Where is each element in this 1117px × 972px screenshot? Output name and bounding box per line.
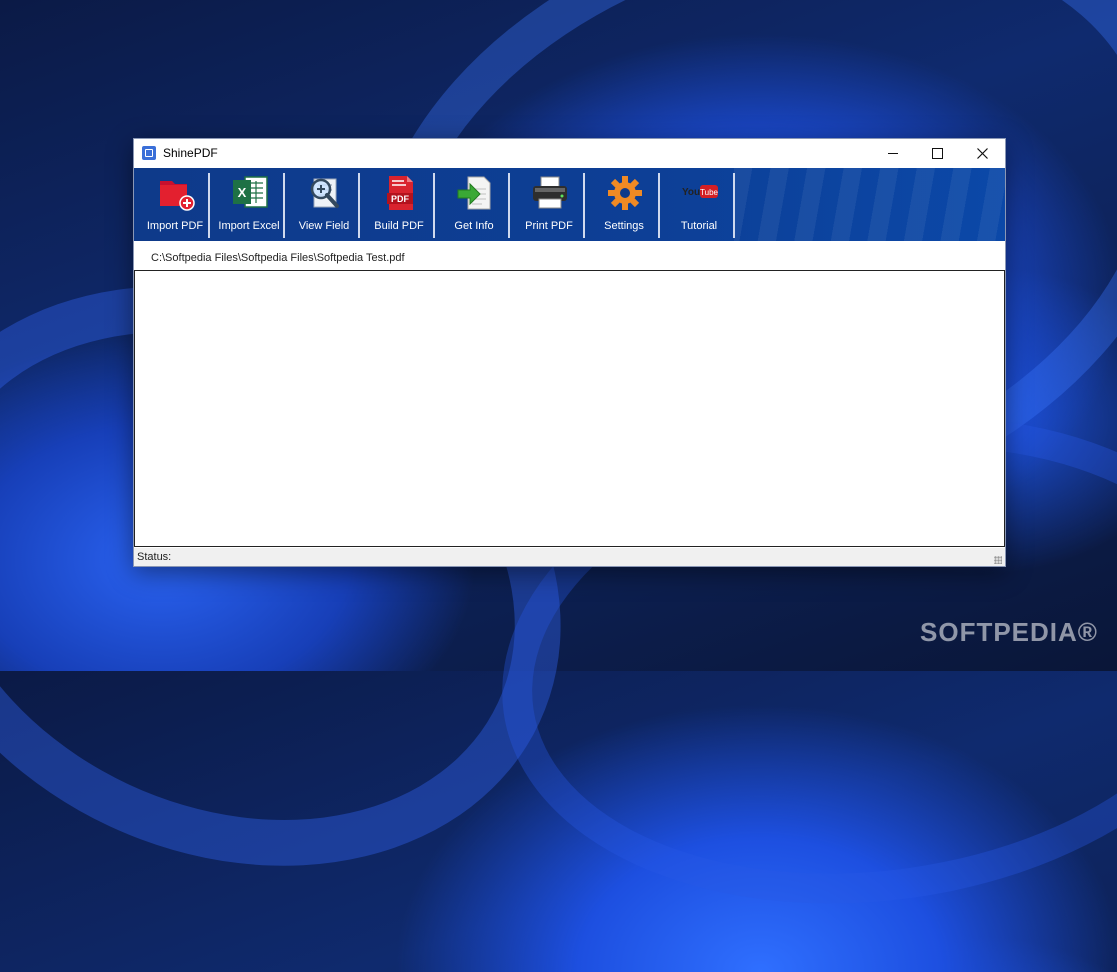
toolbar-separator [358,173,360,238]
settings-label: Settings [604,220,644,232]
title-bar[interactable]: ShinePDF [134,139,1005,168]
pdf-document-icon: PDF [387,176,413,210]
build-pdf-button[interactable]: PDF Build PDF [362,168,436,241]
svg-text:X: X [238,185,247,200]
import-pdf-label: Import PDF [146,220,204,232]
maximize-button[interactable] [915,139,960,168]
get-info-icon [457,176,491,210]
toolbar-separator [658,173,660,238]
window-title: ShinePDF [163,146,218,160]
file-path: C:\Softpedia Files\Softpedia Files\Softp… [151,252,405,264]
close-button[interactable] [960,139,1005,168]
maximize-icon [932,148,943,159]
import-excel-label: Import Excel [218,220,280,232]
toolbar-separator [508,173,510,238]
import-excel-button[interactable]: X Import Excel [212,168,286,241]
settings-button[interactable]: Settings [587,168,661,241]
print-pdf-button[interactable]: Print PDF [512,168,586,241]
gear-icon [608,176,642,210]
app-window: ShinePDF Import PDF X Import Excel View … [133,138,1006,567]
build-pdf-label: Build PDF [374,220,424,232]
view-field-button[interactable]: View Field [287,168,361,241]
printer-icon [533,176,567,209]
shinepdf-app-icon [142,146,156,160]
status-bar: Status: [134,548,1005,566]
youtube-icon: You Tube [682,185,719,198]
softpedia-watermark: SOFTPEDIA® [920,617,1098,647]
svg-text:PDF: PDF [391,194,410,204]
content-area[interactable] [134,270,1005,547]
toolbar-separator [208,173,210,238]
import-pdf-icon [160,181,195,211]
get-info-button[interactable]: Get Info [437,168,511,241]
import-pdf-button[interactable]: Import PDF [138,168,212,241]
magnifier-icon [310,178,339,208]
toolbar-separator [583,173,585,238]
view-field-label: View Field [298,220,350,232]
tutorial-button[interactable]: You Tube Tutorial [662,168,736,241]
minimize-button[interactable] [870,139,915,168]
toolbar-separator [433,173,435,238]
excel-icon: X [233,176,268,208]
tutorial-label: Tutorial [680,220,718,232]
toolbar-separator [283,173,285,238]
print-pdf-label: Print PDF [525,220,573,232]
minimize-icon [887,153,898,154]
svg-text:Tube: Tube [700,188,718,197]
status-label: Status: [137,551,172,563]
toolbar-separator [733,173,735,238]
toolbar: Import PDF X Import Excel View Field PDF… [134,168,1005,241]
close-icon [977,148,988,159]
resize-grip[interactable] [994,556,1002,564]
get-info-label: Get Info [454,220,494,232]
svg-text:You: You [682,187,700,198]
